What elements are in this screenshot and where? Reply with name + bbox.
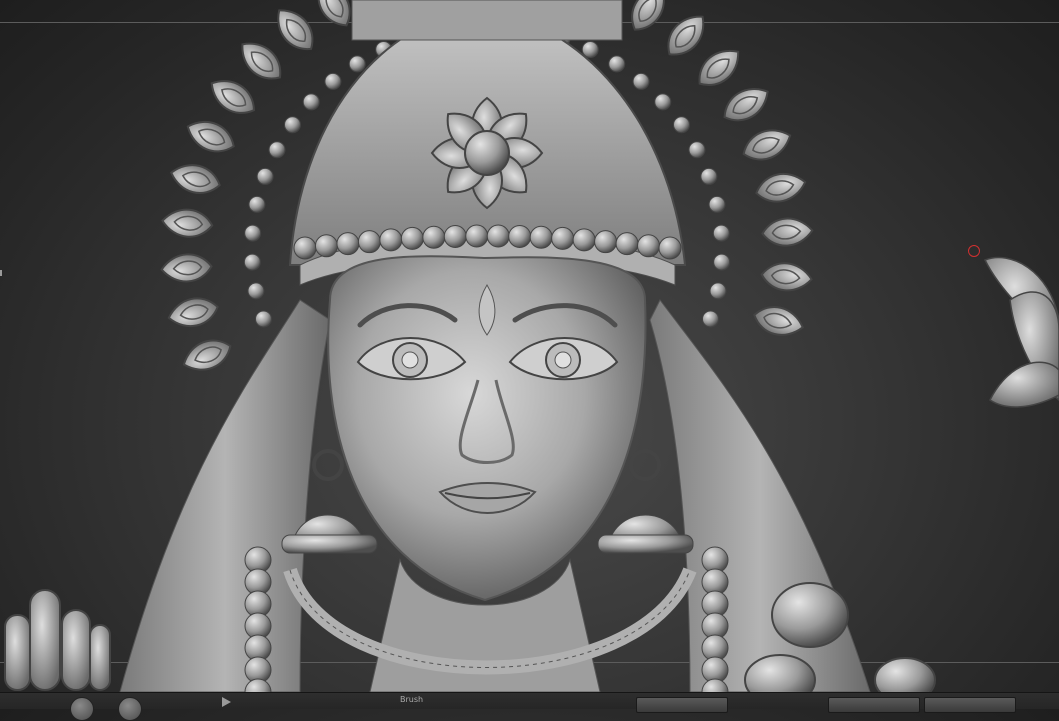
crown-lotus-ornament bbox=[430, 96, 544, 210]
document-canvas[interactable] bbox=[0, 0, 1059, 692]
material-thumbnail-icon[interactable] bbox=[118, 697, 142, 721]
shelf-button-2[interactable] bbox=[828, 697, 920, 713]
brush-thumbnail-icon[interactable] bbox=[70, 697, 94, 721]
sculpt-model[interactable] bbox=[0, 0, 1059, 692]
raised-hand bbox=[4, 589, 111, 691]
lotus-flower-partial bbox=[983, 256, 1059, 408]
shelf-label: Brush bbox=[400, 695, 424, 704]
shelf-button-3[interactable] bbox=[924, 697, 1016, 713]
brush-cursor-indicator bbox=[968, 245, 980, 257]
bottom-shelf: Brush bbox=[0, 692, 1059, 721]
play-arrow-icon[interactable] bbox=[222, 697, 231, 707]
shelf-button-1[interactable] bbox=[636, 697, 728, 713]
